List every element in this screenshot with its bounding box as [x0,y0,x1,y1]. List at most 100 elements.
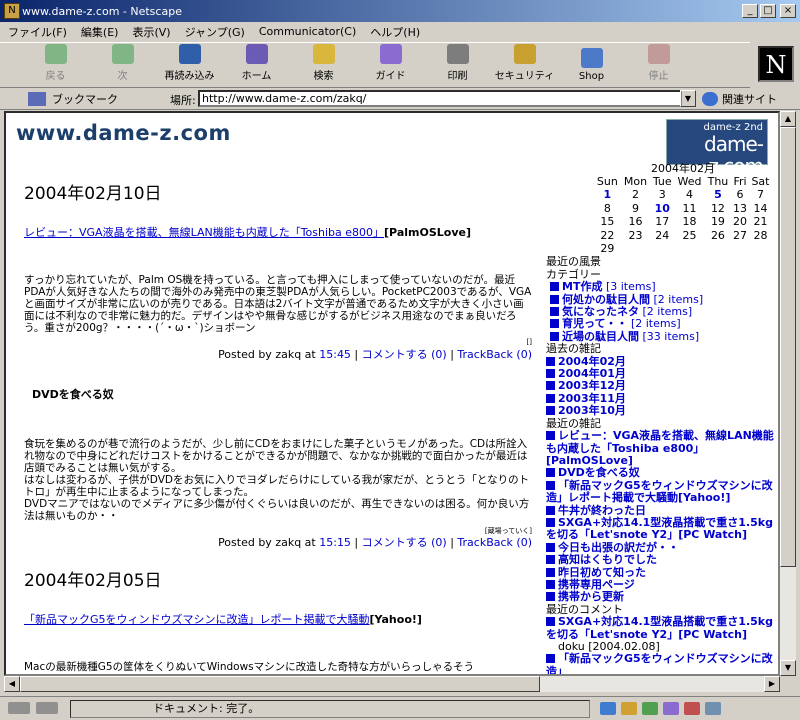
toolbar-button-label: 検索 [313,71,334,82]
url-input[interactable]: http://www.dame-z.com/zakq/ [198,90,682,107]
scroll-up-button[interactable]: ▲ [780,111,796,127]
sidebar: 2004年02月 Sun Mon Tue Wed Thu Fri Sat 123456789… [546,162,778,674]
entry-title-link[interactable]: レビュー：VGA液晶を搭載、無線LAN機能も内蔵した「Toshiba e800」 [24,226,384,239]
scroll-down-button[interactable]: ▼ [780,660,796,676]
maximize-button[interactable]: □ [760,4,776,18]
navigator-icon[interactable] [600,702,616,715]
bullet-icon [546,369,555,379]
toolbar-print-button[interactable]: 印刷 [424,43,491,87]
recent-entry-item[interactable]: レビュー：VGA液晶を搭載、無線LAN機能も内蔵した「Toshiba e800」… [546,429,778,467]
calendar-day: 23 [628,228,643,242]
permalink[interactable]: 15:45 [319,348,351,361]
archive-item[interactable]: 2003年10月 [546,405,778,417]
menu-communicator[interactable]: Communicator(C) [259,25,356,38]
status-left-icons [8,702,64,714]
calendar-day: 4 [685,188,693,202]
calendar-day: 11 [682,201,697,215]
mail-icon[interactable] [621,702,637,715]
netscape-icon[interactable]: N [4,3,20,19]
comment-link[interactable]: コメントする (0) [362,536,447,549]
entry-title-link[interactable]: 「新品マックG5をウィンドウズマシンに改造」レポート掲載で大騒動 [24,613,370,626]
bullet-icon [546,517,555,527]
site-name[interactable]: www.dame-z.com [16,121,231,145]
horizontal-scrollbar[interactable]: ◀ ▶ [4,676,780,692]
calendar-week: 29 [594,243,772,257]
vertical-scroll-thumb[interactable] [780,127,796,567]
toolbar-guide-button[interactable]: ガイド [357,43,424,87]
calendar-day: 17 [655,215,670,229]
bullet-icon [546,480,555,490]
site-banner[interactable]: dame-z 2nd dame-z.com [666,119,768,177]
recent-comment-item[interactable]: 「新品マックG5をウィンドウズマシンに改造」 [546,653,778,674]
toolbar-reload-button[interactable]: 再読み込み [156,43,223,87]
category-item-label: 育児って・・ [562,317,628,331]
calendar-weekday: Thu [707,174,729,188]
window-title: www.dame-z.com - Netscape [22,4,182,18]
menu-go[interactable]: ジャンプ(G) [185,24,245,40]
toolbar-back-arrow-button[interactable]: 戻る [22,43,89,87]
toolbar-forward-arrow-button[interactable]: 次 [89,43,156,87]
toolbar-button-label: 戻る [45,71,66,82]
close-button[interactable]: × [780,4,796,18]
entry-footer: [蔵場っていく] Posted by zakq at 15:15 | コメントす… [218,527,532,549]
category-item-label: 何処かの駄目人間 [562,292,650,306]
trackback-link[interactable]: TrackBack (0) [457,536,532,549]
recent-entry-item-label: SXGA+対応14.1型液晶搭載で重さ1.5kgを切る「Let'snote Y2… [546,515,773,542]
calendar-day[interactable]: 1 [594,189,621,203]
newsgroup-icon[interactable] [642,702,658,715]
recent-entry-item[interactable]: 携帯から更新 [546,591,778,603]
related-sites-button[interactable]: 関連サイト [702,91,777,107]
status-text: ドキュメント: 完了。 [70,700,590,718]
calendar-day[interactable]: 5 [705,189,731,203]
toolbar-search-button[interactable]: 検索 [290,43,357,87]
bullet-icon [546,617,555,627]
entry-body: Macの最新機種G5の筐体をくりぬいてWindowsマシンに改造した奇特な方がい… [24,661,475,673]
recent-entry-item-label: 牛丼が終わった日 [558,503,646,517]
scroll-left-button[interactable]: ◀ [4,676,20,692]
calendar-day: 27 [733,228,748,242]
scroll-right-button[interactable]: ▶ [764,676,780,692]
trackback-link[interactable]: TrackBack (0) [457,348,532,361]
calendar-day [650,243,674,257]
component-bar [600,702,726,715]
vertical-scrollbar[interactable]: ▲ ▼ [780,111,796,676]
toolbar-stop-button[interactable]: 停止 [625,43,692,87]
horizontal-scroll-thumb[interactable] [20,676,540,692]
comment-link[interactable]: コメントする (0) [362,348,447,361]
netscape-logo: N [758,46,794,82]
menu-edit[interactable]: 編集(E) [81,24,119,40]
bullet-icon [546,468,555,478]
security-status-icon[interactable] [8,702,30,714]
url-dropdown-button[interactable]: ▼ [680,90,696,107]
bullet-icon [546,579,555,589]
bookmark-button[interactable]: ブックマーク [28,91,118,107]
composer-icon[interactable] [684,702,700,715]
minimize-button[interactable]: _ [742,4,758,18]
recent-entry-item[interactable]: 「新品マックG5をウィンドウズマシンに改造」レポート掲載で大騒動[Yahoo!] [546,479,778,505]
calendar-day: 20 [733,215,748,229]
toolbar-lock-button[interactable]: セキュリティ [491,43,558,87]
menu-file[interactable]: ファイル(F) [8,24,67,40]
bullet-icon [546,505,555,515]
toolbar-home-button[interactable]: ホーム [223,43,290,87]
toolbar-button-label: 再読み込み [164,71,215,82]
menu-view[interactable]: 表示(V) [132,24,170,40]
permalink[interactable]: 15:15 [319,536,351,549]
calendar-weekday: Fri [733,174,747,188]
toolbar-shop-button[interactable]: Shop [558,43,625,87]
menu-help[interactable]: ヘルプ(H) [370,24,420,40]
calendar-day: 2 [631,188,639,202]
recent-comment-item[interactable]: SXGA+対応14.1型液晶搭載で重さ1.5kgを切る「Let'snote Y2… [546,615,778,641]
calendar-day[interactable]: 10 [650,202,674,216]
address-book-icon[interactable] [663,702,679,715]
calendar-day: 24 [655,228,670,242]
calendar: 2004年02月 Sun Mon Tue Wed Thu Fri Sat 123456789… [594,162,772,257]
status-bar: ドキュメント: 完了。 [0,696,800,720]
aim-icon[interactable] [705,702,721,715]
bullet-icon [550,294,559,304]
archive-item-label: 2003年11月 [558,391,626,405]
bullet-icon [550,331,559,341]
entry-body: すっかり忘れていたが、Palm OS機を持っている。と言っても押入にしまって使っ… [24,274,532,334]
location-label: 場所: [170,94,196,107]
recent-entry-item[interactable]: SXGA+対応14.1型液晶搭載で重さ1.5kgを切る「Let'snote Y2… [546,515,778,542]
